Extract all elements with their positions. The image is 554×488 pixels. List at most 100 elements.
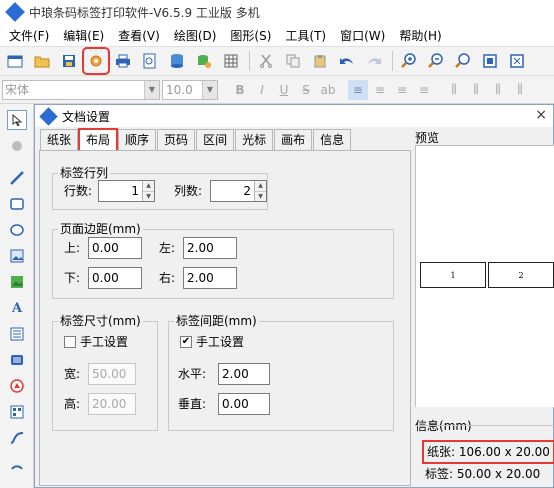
document-settings-icon[interactable] [82,47,110,75]
tab-canvas[interactable]: 画布 [274,129,313,150]
grid-icon[interactable] [220,50,242,72]
font-size-select[interactable]: 10.0 ▼ [162,79,218,100]
bold-button[interactable]: B [230,80,250,100]
redo-icon[interactable] [363,50,385,72]
rows-spin-buttons[interactable]: ▲ ▼ [142,181,154,201]
curve-tool-icon[interactable] [7,428,27,448]
font-toolbar: 宋体 ▼ 10.0 ▼ B I U S ab ≡ ≡ ≡ ≡ ⫼ ⫼ ⫼ ⫼ [0,76,554,104]
columns-spin-buttons[interactable]: ▲ ▼ [254,181,266,201]
cut-icon[interactable] [255,50,277,72]
rows-value[interactable]: 1 [99,181,142,201]
zoom-out-icon[interactable] [425,50,447,72]
tab-layout[interactable]: 布局 [78,128,119,152]
size-manual-checkbox[interactable] [64,336,76,348]
menu-help[interactable]: 帮助(H) [394,27,446,44]
align-right-icon[interactable]: ≡ [392,80,412,100]
distribute-vertical-icon[interactable]: ⫼ [466,80,486,100]
toolbar-separator [249,51,250,71]
gap-manual-checkbox[interactable]: ✔ [180,336,192,348]
label-size-group: 标签尺寸(mm) 手工设置 宽: 50.00 高: 20.00 [52,313,158,431]
new-file-icon[interactable] [4,50,26,72]
strikethrough-button[interactable]: S [296,80,316,100]
toolbar-separator [392,51,393,71]
rows-stepper[interactable]: 1 ▲ ▼ [98,180,155,202]
tab-info[interactable]: 信息 [313,129,352,150]
margin-bottom-field[interactable]: 0.00 [88,267,142,289]
open-folder-icon[interactable] [31,50,53,72]
tab-order[interactable]: 顺序 [118,129,157,150]
paste-icon[interactable] [309,50,331,72]
tab-cursor[interactable]: 光标 [235,129,274,150]
label-height-field[interactable]: 20.00 [88,393,136,415]
chevron-down-icon[interactable]: ▼ [144,80,159,99]
distribute-horizontal-icon[interactable]: ⫼ [444,80,464,100]
text-tool-icon[interactable]: A [7,298,27,318]
menu-tools[interactable]: 工具(T) [280,27,331,44]
spin-down-icon[interactable]: ▼ [143,191,154,201]
spin-down-icon[interactable]: ▼ [255,191,266,201]
shape-tool-icon[interactable] [7,376,27,396]
zoom-page-icon[interactable] [479,50,501,72]
qrcode-tool-icon[interactable] [7,402,27,422]
label-width-field[interactable]: 50.00 [88,363,136,385]
zoom-in-icon[interactable] [398,50,420,72]
preview-label-cell-2: 2 [488,262,554,288]
underline-button[interactable]: U [274,80,294,100]
menu-file[interactable]: 文件(F) [4,27,54,44]
columns-stepper[interactable]: 2 ▲ ▼ [210,180,267,202]
menu-shape[interactable]: 图形(S) [225,27,276,44]
picture-tool-icon[interactable] [7,272,27,292]
spin-up-icon[interactable]: ▲ [143,181,154,192]
menu-draw[interactable]: 绘图(D) [169,27,222,44]
select-arrow-icon[interactable] [7,110,27,130]
image-tool-icon[interactable] [7,246,27,266]
column-layout-icon[interactable]: ⫼ [488,80,508,100]
font-name-select[interactable]: 宋体 ▼ [2,79,160,100]
close-icon[interactable]: × [535,107,547,123]
database-icon[interactable] [166,50,188,72]
menu-edit[interactable]: 编辑(E) [58,27,109,44]
menu-window[interactable]: 窗口(W) [335,27,390,44]
ellipse-tool-icon[interactable] [7,220,27,240]
database-settings-icon[interactable] [193,50,215,72]
multiline-text-icon[interactable] [7,324,27,344]
text-effect-icon[interactable]: ab [318,80,338,100]
line-tool-icon[interactable] [7,168,27,188]
menu-view[interactable]: 查看(V) [113,27,165,44]
copy-icon[interactable] [282,50,304,72]
gap-vertical-field[interactable]: 0.00 [218,393,270,415]
hand-pan-icon[interactable] [7,136,27,156]
undo-icon[interactable] [336,50,358,72]
columns-value[interactable]: 2 [211,181,254,201]
document-settings-dialog: 文档设置 × 纸张 布局 顺序 页码 区间 光标 画布 信息 标签行列 行数: … [34,104,554,488]
margin-right-field[interactable]: 2.00 [183,267,237,289]
preview-area: 1 2 [415,145,554,407]
arc-tool-icon[interactable] [7,454,27,474]
print-preview-icon[interactable] [139,50,161,72]
gap-horizontal-field[interactable]: 2.00 [218,363,270,385]
chevron-down-icon[interactable]: ▼ [202,80,217,99]
font-size-value: 10.0 [166,82,193,97]
dialog-title: 文档设置 [62,109,111,124]
info-divider [416,425,554,426]
margin-top-field[interactable]: 0.00 [88,237,142,259]
print-icon[interactable] [112,50,134,72]
window-titlebar: 中琅条码标签打印软件-V6.5.9 工业版 多机 [0,0,554,24]
align-justify-icon[interactable]: ≡ [414,80,434,100]
zoom-actual-icon[interactable] [506,50,528,72]
menu-bar: 文件(F) 编辑(E) 查看(V) 绘图(D) 图形(S) 工具(T) 窗口(W… [0,24,554,46]
tab-paper[interactable]: 纸张 [40,129,79,150]
save-icon[interactable] [58,50,80,72]
rectangle-tool-icon[interactable] [7,194,27,214]
align-left-icon[interactable]: ≡ [348,79,368,100]
gap-manual-label: 手工设置 [196,335,245,349]
spin-up-icon[interactable]: ▲ [255,181,266,192]
row-layout-icon[interactable]: ⫼ [510,80,530,100]
zoom-fit-icon[interactable] [452,50,474,72]
tab-range[interactable]: 区间 [196,129,235,150]
margin-left-field[interactable]: 2.00 [183,237,237,259]
tab-page-number[interactable]: 页码 [157,129,196,150]
align-center-icon[interactable]: ≡ [370,80,390,100]
barcode-tool-icon[interactable] [7,350,27,370]
italic-button[interactable]: I [252,80,272,100]
